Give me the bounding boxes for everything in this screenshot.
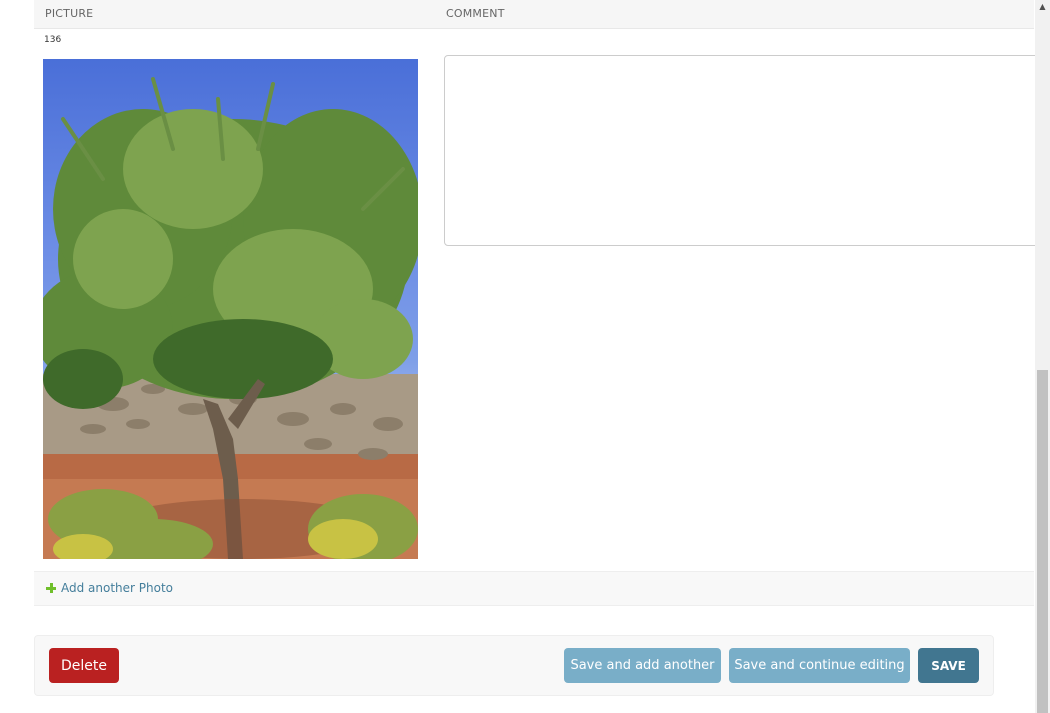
save-button[interactable]: SAVE: [918, 648, 979, 683]
row-id: 136: [44, 35, 62, 45]
tree-photo-image: [43, 77, 418, 559]
picture-column-header: PICTURE: [45, 7, 94, 20]
add-another-photo-link[interactable]: Add another Photo: [46, 581, 173, 595]
comment-column-header: COMMENT: [446, 7, 505, 20]
add-another-photo-label: Add another Photo: [61, 581, 174, 595]
plus-icon: [46, 583, 56, 593]
vertical-scrollbar[interactable]: ▲: [1035, 0, 1050, 713]
delete-button[interactable]: Delete: [49, 648, 119, 683]
add-row: Add another Photo: [34, 571, 1034, 606]
scroll-up-arrow-icon[interactable]: ▲: [1035, 0, 1050, 13]
inline-table-header: PICTURE COMMENT: [34, 0, 1034, 29]
comment-textarea[interactable]: [444, 55, 1044, 246]
tree-photo: [43, 59, 418, 559]
save-and-add-another-button[interactable]: Save and add another: [564, 648, 721, 683]
save-and-continue-button[interactable]: Save and continue editing: [729, 648, 910, 683]
submit-row: Delete Save and add another Save and con…: [34, 635, 994, 696]
scrollbar-thumb[interactable]: [1037, 370, 1048, 713]
